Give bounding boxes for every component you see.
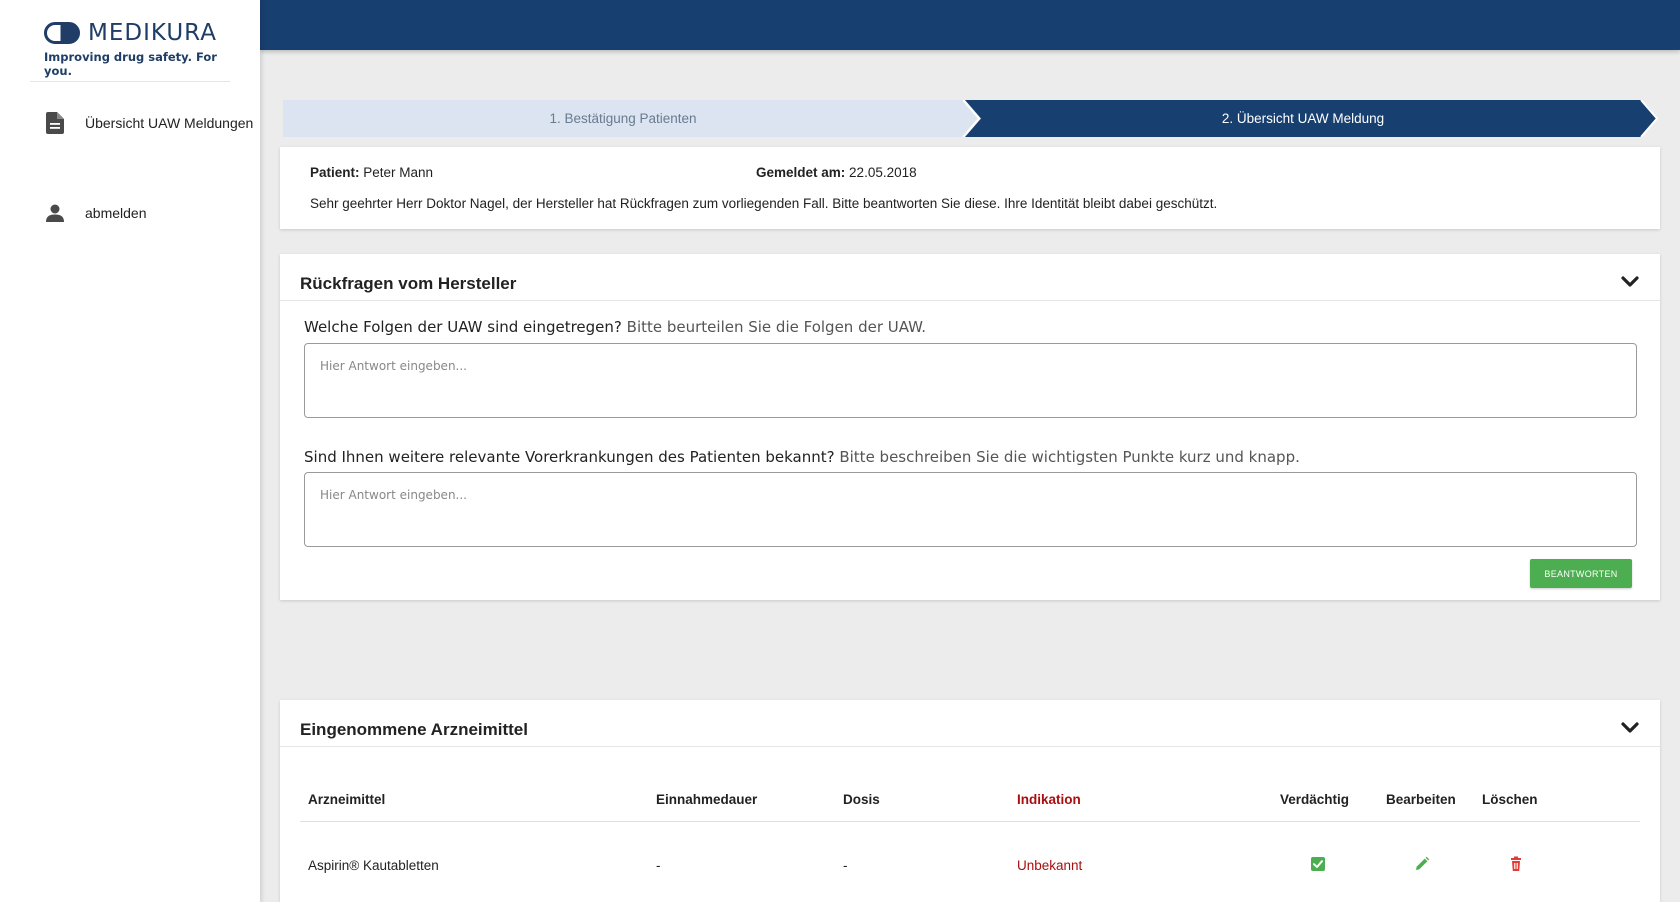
question-label: Sind Ihnen weitere relevante Vorerkranku…	[304, 448, 835, 466]
column-header-duration[interactable]: Einnahmedauer	[656, 792, 757, 807]
medikura-logo-icon	[44, 22, 80, 44]
column-header-delete: Löschen	[1482, 792, 1538, 807]
patient-name-label: Patient:	[310, 165, 360, 180]
cell-drug: Aspirin® Kautabletten	[308, 858, 439, 873]
step-report-overview[interactable]: 2. Übersicht UAW Meldung	[963, 100, 1643, 137]
cell-dose: -	[843, 858, 848, 873]
brand-tagline: Improving drug safety. For you.	[44, 50, 217, 78]
edit-pencil-icon[interactable]	[1414, 856, 1430, 872]
report-date-label: Gemeldet am:	[756, 165, 846, 180]
medications-card: Eingenommene Arzneimittel Arzneimittel E…	[280, 700, 1660, 902]
section-divider	[280, 746, 1660, 747]
suspected-checkbox-icon[interactable]	[1310, 856, 1326, 872]
column-header-indication[interactable]: Indikation	[1017, 792, 1081, 807]
delete-trash-icon[interactable]	[1508, 856, 1524, 872]
report-date: Gemeldet am: 22.05.2018	[756, 165, 917, 180]
column-header-drug[interactable]: Arzneimittel	[308, 792, 385, 807]
chevron-down-icon[interactable]	[1620, 718, 1640, 738]
column-header-suspected[interactable]: Verdächtig	[1280, 792, 1349, 807]
brand-logo[interactable]: MEDIKURA Improving drug safety. For you.	[44, 20, 234, 78]
patient-info-card: Patient: Peter Mann Gemeldet am: 22.05.2…	[280, 147, 1660, 229]
document-icon	[44, 112, 66, 134]
question-hint: Bitte beschreiben Sie die wichtigsten Pu…	[839, 448, 1300, 466]
brand-name: MEDIKURA	[88, 20, 217, 46]
question-hint: Bitte beurteilen Sie die Folgen der UAW.	[626, 318, 927, 336]
step-confirm-patient[interactable]: 1. Bestätigung Patienten	[283, 100, 963, 137]
section-divider	[280, 300, 1660, 301]
manufacturer-questions-card: Rückfragen vom Hersteller Welche Folgen …	[280, 254, 1660, 600]
cell-indication: Unbekannt	[1017, 858, 1083, 873]
patient-name-value: Peter Mann	[363, 165, 434, 180]
top-app-bar	[260, 0, 1680, 50]
column-header-dose[interactable]: Dosis	[843, 792, 880, 807]
sidebar-item-logout[interactable]: abmelden	[44, 202, 147, 224]
manufacturer-notice: Sehr geehrter Herr Doktor Nagel, der Her…	[310, 196, 1218, 211]
question-text: Welche Folgen der UAW sind eingetregen? …	[304, 318, 926, 336]
answer-field-consequences[interactable]	[304, 343, 1637, 418]
section-title: Rückfragen vom Hersteller	[300, 274, 517, 293]
sidebar-item-reports[interactable]: Übersicht UAW Meldungen	[44, 112, 253, 134]
sidebar-item-label: Übersicht UAW Meldungen	[85, 115, 254, 131]
report-date-value: 22.05.2018	[849, 165, 917, 180]
submit-answers-button[interactable]: BEANTWORTEN	[1530, 559, 1632, 588]
section-title: Eingenommene Arzneimittel	[300, 720, 528, 739]
answer-field-preconditions[interactable]	[304, 472, 1637, 547]
patient-name: Patient: Peter Mann	[310, 165, 433, 180]
chevron-down-icon[interactable]	[1620, 272, 1640, 292]
table-header-divider	[300, 821, 1640, 822]
progress-stepper: 1. Bestätigung Patienten 2. Übersicht UA…	[283, 100, 1663, 137]
question-text: Sind Ihnen weitere relevante Vorerkranku…	[304, 448, 1300, 466]
column-header-edit: Bearbeiten	[1386, 792, 1456, 807]
sidebar: MEDIKURA Improving drug safety. For you.…	[0, 0, 260, 902]
sidebar-divider	[30, 81, 230, 82]
person-icon	[44, 202, 66, 224]
sidebar-item-label: abmelden	[85, 205, 147, 221]
question-label: Welche Folgen der UAW sind eingetregen?	[304, 318, 622, 336]
cell-duration: -	[656, 858, 661, 873]
